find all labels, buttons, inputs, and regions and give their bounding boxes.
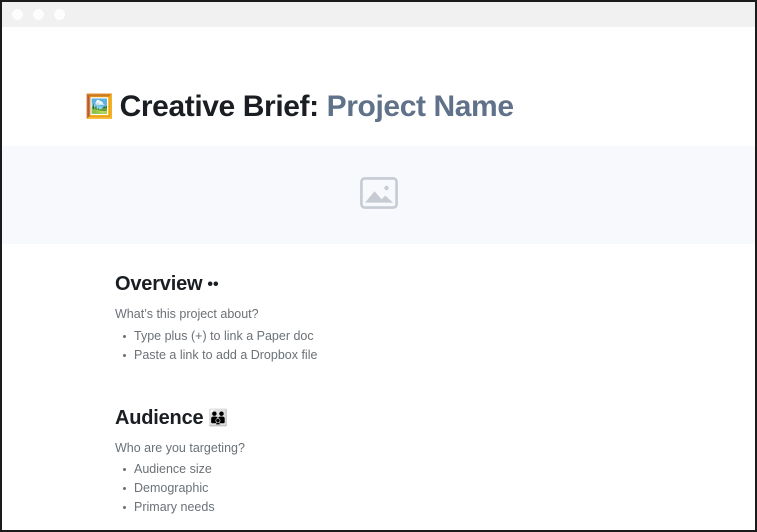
page-title-static: Creative Brief: bbox=[119, 90, 319, 123]
cover-image-banner[interactable] bbox=[2, 146, 755, 245]
eyes-emoji: •• bbox=[207, 276, 219, 294]
list-item[interactable]: Primary needs bbox=[123, 498, 755, 517]
window-titlebar bbox=[2, 2, 755, 27]
page-title-placeholder[interactable]: Project Name bbox=[327, 90, 514, 123]
section-overview: Overview •• What’s this project about? Ty… bbox=[115, 244, 755, 364]
image-placeholder-icon[interactable] bbox=[359, 176, 398, 214]
list-item[interactable]: Paste a link to add a Dropbox file bbox=[123, 346, 755, 365]
minimize-window-button[interactable] bbox=[33, 9, 44, 20]
document-body: 🖼️ Creative Brief: Project Name Overview •… bbox=[2, 27, 755, 530]
maximize-window-button[interactable] bbox=[54, 9, 65, 20]
section-audience: Audience 👪 Who are you targeting? Audienc… bbox=[115, 365, 755, 517]
section-list-audience: Audience size Demographic Primary needs bbox=[115, 460, 755, 517]
section-prompt-audience[interactable]: Who are you targeting? bbox=[115, 439, 755, 458]
browser-window: 🖼️ Creative Brief: Project Name Overview •… bbox=[0, 0, 757, 532]
document-content: Overview •• What’s this project about? Ty… bbox=[2, 244, 755, 517]
framed-picture-emoji: 🖼️ bbox=[85, 93, 114, 119]
section-heading-audience[interactable]: Audience 👪 bbox=[115, 406, 755, 430]
list-item[interactable]: Type plus (+) to link a Paper doc bbox=[123, 327, 755, 346]
list-item[interactable]: Demographic bbox=[123, 479, 755, 498]
family-emoji: 👪 bbox=[208, 409, 229, 427]
section-list-overview: Type plus (+) to link a Paper doc Paste … bbox=[115, 327, 755, 365]
section-heading-audience-text: Audience bbox=[115, 406, 204, 429]
section-prompt-overview[interactable]: What’s this project about? bbox=[115, 305, 755, 324]
section-heading-overview-text: Overview bbox=[115, 273, 203, 296]
section-heading-overview[interactable]: Overview •• bbox=[115, 272, 755, 296]
page-title[interactable]: 🖼️ Creative Brief: Project Name bbox=[2, 27, 755, 124]
list-item[interactable]: Audience size bbox=[123, 460, 755, 479]
close-window-button[interactable] bbox=[12, 9, 23, 20]
